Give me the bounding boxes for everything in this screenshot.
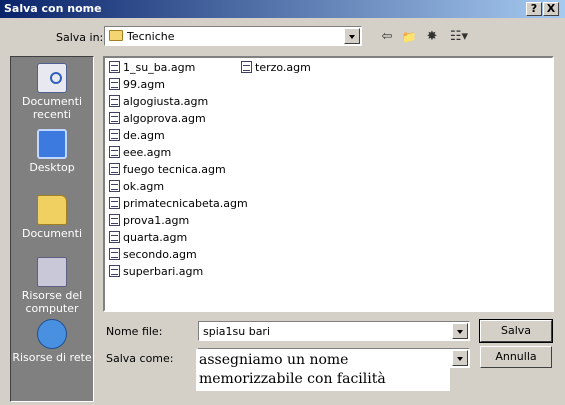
view-menu-icon[interactable]: ☷▾: [447, 30, 471, 44]
current-folder-name: Tecniche: [127, 30, 175, 43]
places-bar: Documenti recenti Desktop Documenti Riso…: [10, 56, 94, 402]
list-item[interactable]: terzo.agm: [241, 60, 311, 76]
file-icon: [109, 265, 120, 277]
title-bar: Salva con nome ? X: [0, 0, 565, 18]
list-item[interactable]: de.agm: [109, 128, 165, 144]
list-item[interactable]: quarta.agm: [109, 230, 187, 246]
list-item[interactable]: ok.agm: [109, 179, 164, 195]
file-icon: [109, 129, 120, 141]
place-recent-documents[interactable]: Documenti recenti: [11, 63, 93, 121]
list-item[interactable]: eee.agm: [109, 145, 171, 161]
desktop-icon: [37, 129, 67, 159]
file-icon: [109, 248, 120, 260]
file-list[interactable]: 1_su_ba.agm 99.agm algogiusta.agm algopr…: [103, 56, 554, 312]
cancel-button[interactable]: Annulla: [480, 346, 552, 368]
list-item[interactable]: secondo.agm: [109, 247, 197, 263]
place-network[interactable]: Risorse di rete: [11, 319, 93, 364]
file-name-value: spia1su bari: [203, 325, 271, 338]
list-item[interactable]: prova1.agm: [109, 213, 189, 229]
list-item[interactable]: algogiusta.agm: [109, 94, 208, 110]
place-label: Risorse del computer: [21, 289, 83, 315]
recent-documents-icon: [37, 63, 67, 93]
place-desktop[interactable]: Desktop: [11, 129, 93, 174]
documents-icon: [37, 195, 67, 225]
file-icon: [109, 61, 120, 73]
place-label: Desktop: [29, 161, 75, 174]
network-icon: [37, 319, 67, 349]
up-folder-icon[interactable]: 📁: [400, 30, 418, 44]
file-icon: [109, 197, 120, 209]
list-item[interactable]: 1_su_ba.agm: [109, 60, 195, 76]
file-icon: [109, 163, 120, 175]
save-as-label: Salva come:: [106, 352, 174, 365]
window-title: Salva con nome: [4, 2, 102, 15]
list-item[interactable]: 99.agm: [109, 77, 165, 93]
file-icon: [241, 61, 252, 73]
file-icon: [109, 214, 120, 226]
chevron-down-icon[interactable]: [344, 28, 360, 44]
help-button[interactable]: ?: [526, 2, 542, 16]
place-label: Documenti: [21, 227, 83, 240]
place-documents[interactable]: Documenti: [11, 195, 93, 240]
annotation-line-2: memorizzabile con facilità: [199, 371, 386, 387]
file-icon: [109, 231, 120, 243]
list-item[interactable]: algoprova.agm: [109, 111, 206, 127]
file-icon: [109, 95, 120, 107]
list-item[interactable]: primatecnicabeta.agm: [109, 196, 248, 212]
file-name-label: Nome file:: [106, 325, 163, 338]
chevron-down-icon[interactable]: [452, 350, 468, 366]
place-label: Documenti recenti: [21, 95, 83, 121]
new-folder-icon[interactable]: ✸: [423, 30, 441, 44]
file-icon: [109, 112, 120, 124]
annotation-line-1: assegniamo un nome: [199, 352, 349, 368]
folder-icon: [109, 30, 123, 41]
save-in-dropdown[interactable]: Tecniche: [104, 26, 362, 46]
file-name-input[interactable]: spia1su bari: [198, 321, 470, 341]
back-icon[interactable]: ⇦: [378, 30, 396, 44]
file-icon: [109, 78, 120, 90]
file-icon: [109, 146, 120, 158]
place-label: Risorse di rete: [12, 351, 92, 364]
close-button[interactable]: X: [543, 2, 559, 16]
save-button[interactable]: Salva: [479, 319, 553, 343]
list-item[interactable]: fuego tecnica.agm: [109, 162, 226, 178]
save-in-label: Salva in:: [56, 31, 104, 44]
chevron-down-icon[interactable]: [452, 323, 468, 339]
annotation-caption: assegniamo un nome memorizzabile con fac…: [196, 349, 450, 391]
list-item[interactable]: superbari.agm: [109, 264, 203, 280]
place-my-computer[interactable]: Risorse del computer: [11, 257, 93, 315]
file-icon: [109, 180, 120, 192]
my-computer-icon: [37, 257, 67, 287]
